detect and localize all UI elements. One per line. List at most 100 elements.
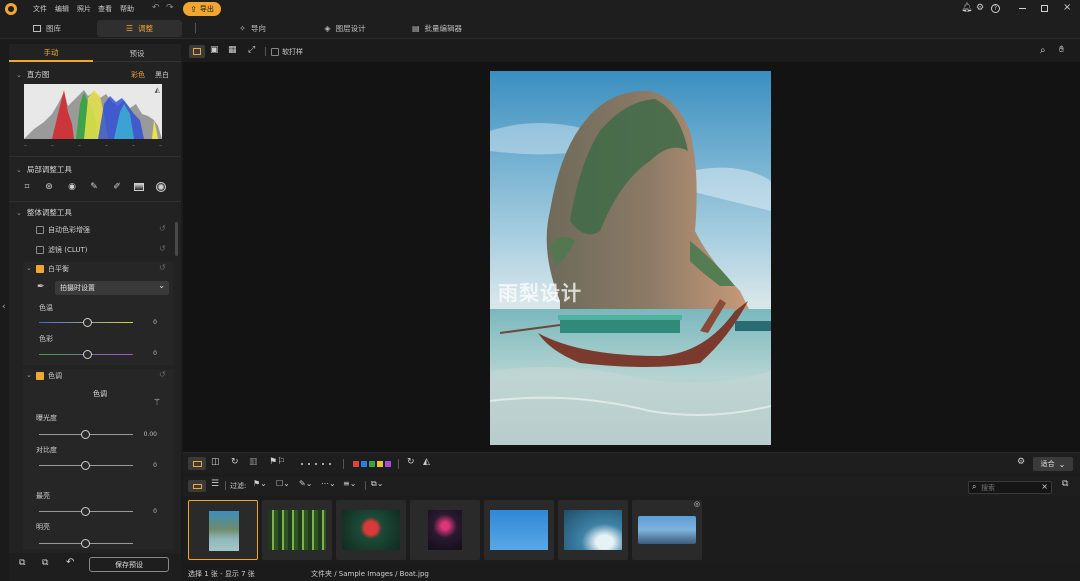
filter-flag-icon[interactable]: ⚑⌄: [253, 479, 267, 488]
filmstrip-view-icon[interactable]: [188, 457, 206, 470]
rating-dot[interactable]: [322, 463, 324, 465]
zoom-icon[interactable]: ⌕: [1040, 45, 1046, 56]
tab-preset[interactable]: 预设: [95, 44, 179, 62]
crop-icon[interactable]: ⌗: [18, 180, 36, 194]
contrast-slider-knob[interactable]: [81, 461, 90, 470]
grid-icon[interactable]: ▦: [228, 45, 237, 55]
restore-icon[interactable]: [1041, 5, 1048, 12]
chevron-down-icon[interactable]: ⌄: [26, 371, 32, 379]
white-balance-select[interactable]: 拍摄时设置 ⌄: [55, 281, 169, 295]
reset-icon[interactable]: ↺: [159, 244, 166, 253]
white-balance-checkbox[interactable]: [36, 265, 44, 273]
rotate-icon[interactable]: ↻: [407, 457, 415, 467]
thumbnail-view-icon[interactable]: [188, 480, 206, 492]
list-view-icon[interactable]: ☰: [211, 479, 219, 489]
menu-edit[interactable]: 编辑: [55, 4, 69, 14]
eyedropper-icon[interactable]: ✒: [37, 282, 45, 292]
reset-icon[interactable]: ↺: [159, 224, 166, 233]
soft-proof-checkbox[interactable]: [271, 48, 279, 56]
radial-icon[interactable]: [152, 180, 170, 194]
thumbnail-panorama[interactable]: ◎: [632, 500, 702, 560]
export-button[interactable]: ⇪ 导出: [183, 2, 221, 16]
reset-all-icon[interactable]: ↶: [66, 557, 74, 568]
search-input[interactable]: [981, 483, 1039, 492]
thumbnail-neon-sign[interactable]: [410, 500, 480, 560]
histogram-mode-bw[interactable]: 黑白: [155, 70, 169, 80]
filter-checkbox-icon[interactable]: ☐⌄: [276, 479, 290, 488]
single-view-icon[interactable]: [189, 45, 205, 58]
panel-scrollbar[interactable]: [175, 222, 178, 256]
main-photo[interactable]: 雨梨设计: [490, 71, 771, 445]
tab-batch-editor[interactable]: ▤ 批量编辑器: [400, 20, 474, 37]
tab-library[interactable]: 图库: [14, 20, 80, 37]
save-preset-button[interactable]: 保存预设: [89, 557, 169, 572]
temperature-slider-knob[interactable]: [83, 318, 92, 327]
redo-icon[interactable]: ↷: [166, 3, 174, 13]
reset-icon[interactable]: ↺: [159, 370, 166, 379]
close-icon[interactable]: ×: [1063, 2, 1071, 13]
history-icon[interactable]: ↻: [231, 457, 239, 467]
rating-dot[interactable]: [308, 463, 310, 465]
local-tools-header[interactable]: ⌄ 局部调整工具: [16, 164, 72, 175]
settings-icon[interactable]: ⚙: [1017, 457, 1025, 467]
thumbnail-boat[interactable]: [188, 500, 258, 560]
auto-color-checkbox[interactable]: [36, 226, 44, 234]
highlights-slider-knob[interactable]: [81, 507, 90, 516]
thumbnail-jumper[interactable]: [484, 500, 554, 560]
color-label-blue[interactable]: [361, 461, 367, 467]
histogram-mode-color[interactable]: 彩色: [131, 70, 145, 80]
thumbnail-red-flower[interactable]: [336, 500, 406, 560]
color-label-green[interactable]: [369, 461, 375, 467]
chevron-down-icon[interactable]: ⌄: [26, 264, 32, 272]
fullscreen-icon[interactable]: ⤢: [248, 45, 255, 55]
tab-layer-design[interactable]: ◈ 图层设计: [310, 20, 380, 37]
help-icon[interactable]: ?: [991, 4, 1000, 13]
brush-icon[interactable]: ✎: [85, 180, 103, 194]
filter-clut-checkbox[interactable]: [36, 246, 44, 254]
collapse-left-icon[interactable]: ‹: [2, 302, 6, 312]
global-tools-header[interactable]: ⌄ 整体调整工具: [16, 207, 72, 218]
rating-dot[interactable]: [315, 463, 317, 465]
bell-icon[interactable]: 🔔︎: [961, 3, 972, 13]
brights-slider-knob[interactable]: [81, 539, 90, 548]
exposure-slider-knob[interactable]: [81, 430, 90, 439]
copy-settings-icon[interactable]: ⧉: [19, 558, 25, 568]
copy-icon[interactable]: ⧉⌄: [371, 479, 383, 489]
tab-manual[interactable]: 手动: [9, 44, 93, 62]
filter-more-icon[interactable]: ⋯⌄: [321, 479, 336, 488]
tone-checkbox[interactable]: [36, 372, 44, 380]
compare-icon[interactable]: ◫: [211, 457, 220, 467]
gradient-icon[interactable]: [130, 180, 148, 194]
undo-icon[interactable]: ↶: [152, 3, 160, 13]
clear-search-icon[interactable]: ×: [1041, 482, 1048, 491]
fit-select[interactable]: 适合 ⌄: [1033, 457, 1073, 471]
paste-settings-icon[interactable]: ⧉: [42, 558, 48, 568]
external-open-icon[interactable]: ⧉: [1062, 479, 1068, 489]
magic-wand-icon[interactable]: ⚚: [153, 398, 161, 408]
flag-icon[interactable]: ⚑⚐: [269, 457, 285, 467]
gear-icon[interactable]: ⚙: [976, 3, 984, 13]
histogram-header[interactable]: ⌄ 直方图: [16, 69, 49, 80]
rating-dot[interactable]: [329, 463, 331, 465]
minimize-icon[interactable]: [1019, 8, 1026, 9]
histogram-warning-icon[interactable]: ◭: [155, 86, 160, 94]
rating-dot[interactable]: [301, 463, 303, 465]
trash-icon[interactable]: ▥: [249, 457, 258, 467]
tab-adjust[interactable]: ☰ 调整: [97, 20, 182, 37]
red-eye-icon[interactable]: ◉: [63, 180, 81, 194]
image-icon[interactable]: ▣: [210, 45, 219, 55]
color-label-yellow[interactable]: [377, 461, 383, 467]
menu-photo[interactable]: 照片: [77, 4, 91, 14]
color-label-red[interactable]: [353, 461, 359, 467]
heal-icon[interactable]: ⊛: [40, 180, 58, 194]
search-box[interactable]: ⌕ ×: [968, 481, 1052, 494]
thumbnail-wave[interactable]: [558, 500, 628, 560]
tab-guide[interactable]: ✧ 导向: [225, 20, 280, 37]
menu-file[interactable]: 文件: [33, 4, 47, 14]
thumbnail-forest[interactable]: [262, 500, 332, 560]
pen-icon[interactable]: ✐: [108, 180, 126, 194]
tint-slider-knob[interactable]: [83, 350, 92, 359]
menu-view[interactable]: 查看: [98, 4, 112, 14]
flip-icon[interactable]: ◭: [423, 457, 430, 467]
sort-icon[interactable]: ≡⌄: [343, 479, 356, 488]
